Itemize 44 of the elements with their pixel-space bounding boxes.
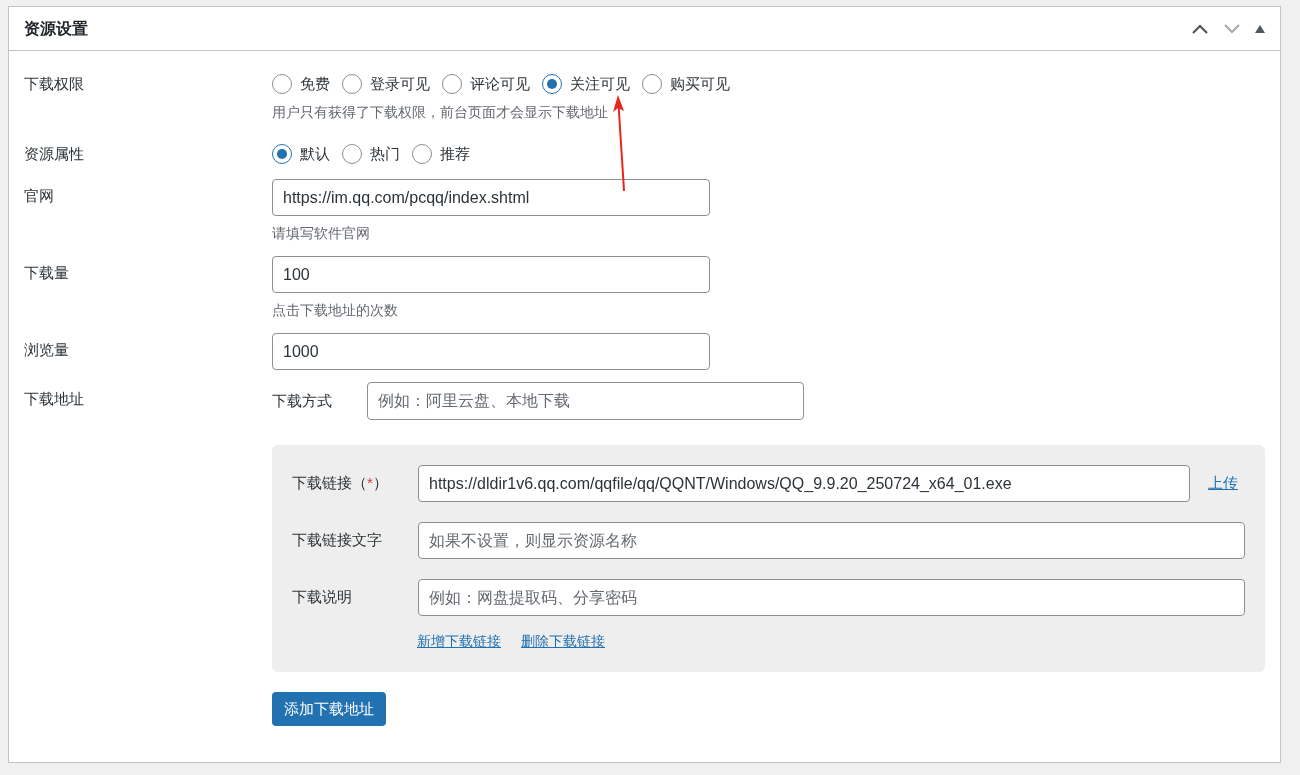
- field-label: 下载链接（*）: [292, 473, 389, 494]
- input-field[interactable]: 如果不设置，则显示资源名称: [418, 522, 1245, 559]
- field-label: 下载说明: [292, 587, 353, 608]
- radio-option[interactable]: 评论可见: [442, 73, 530, 96]
- radio-button[interactable]: [272, 74, 292, 95]
- radio-option[interactable]: 关注可见: [542, 73, 630, 96]
- add-download-button[interactable]: 添加下载地址: [272, 692, 386, 726]
- field-label: 下载地址: [24, 389, 85, 409]
- field-label: 下载方式: [272, 390, 333, 411]
- upload-link[interactable]: 上传: [1208, 472, 1238, 495]
- radio-option[interactable]: 购买可见: [642, 73, 730, 96]
- radio-button[interactable]: [342, 74, 362, 95]
- radio-button[interactable]: [272, 143, 292, 164]
- input-field[interactable]: 1000: [272, 333, 710, 370]
- panel-title: 资源设置: [24, 18, 88, 39]
- action-link[interactable]: 新增下载链接: [417, 631, 501, 652]
- chevron-down-icon[interactable]: [1223, 22, 1241, 35]
- input-field[interactable]: 例如：阿里云盘、本地下载: [367, 382, 804, 420]
- field-label: 下载量: [24, 263, 70, 283]
- hint-text: 用户只有获得了下载权限，前台页面才会显示下载地址: [272, 102, 609, 122]
- hint-text: 点击下载地址的次数: [272, 301, 399, 320]
- field-label: 下载链接文字: [292, 530, 383, 551]
- action-link[interactable]: 删除下载链接: [521, 631, 605, 652]
- radio-option[interactable]: 登录可见: [342, 73, 430, 96]
- radio-button[interactable]: [542, 74, 562, 95]
- field-label: 浏览量: [24, 340, 70, 360]
- input-field[interactable]: https://dldir1v6.qq.com/qqfile/qq/QQNT/Windows/QQ_9.9.20_250724_x64_01.exe: [418, 465, 1190, 502]
- radio-button[interactable]: [342, 143, 362, 164]
- radio-option[interactable]: 推荐: [412, 142, 470, 165]
- hint-text: 请填写软件官网: [272, 224, 371, 243]
- radio-button[interactable]: [442, 74, 462, 95]
- collapse-triangle-icon[interactable]: [1255, 24, 1265, 33]
- radio-button[interactable]: [642, 74, 662, 95]
- input-field[interactable]: https://im.qq.com/pcqq/index.shtml: [272, 179, 710, 216]
- radio-option[interactable]: 默认: [272, 142, 330, 165]
- chevron-up-icon[interactable]: [1191, 22, 1209, 35]
- radio-option[interactable]: 免费: [272, 73, 330, 96]
- input-field[interactable]: 例如：网盘提取码、分享密码: [418, 579, 1245, 616]
- radio-option[interactable]: 热门: [342, 142, 400, 165]
- field-label: 下载权限: [24, 74, 85, 94]
- field-label: 官网: [24, 186, 55, 206]
- input-field[interactable]: 100: [272, 256, 710, 293]
- field-label: 资源属性: [24, 143, 85, 164]
- radio-button[interactable]: [412, 143, 432, 164]
